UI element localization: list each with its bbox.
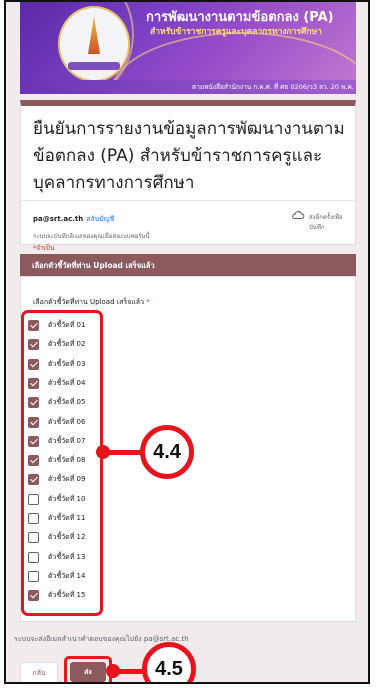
required-asterisk: *: [146, 298, 150, 306]
account-email-text: pa@srt.ac.th: [33, 215, 84, 223]
logo-tower-icon: [88, 16, 100, 54]
annotation-highlight-checkboxes: [21, 310, 103, 616]
saved-status: ส่งอีกครั้งเพื่อบันทึก: [309, 214, 343, 231]
question-label-text: เลือกตัวชี้วัดที่ท่าน Upload เสร็จแล้ว: [33, 298, 145, 306]
banner-reference: ตามหนังสือสำนักงาน ก.ค.ศ. ที่ ศธ 0206/ว3…: [192, 83, 356, 91]
divider: [21, 200, 355, 201]
section-title: เลือกตัวชี้วัดที่ท่าน Upload เสร็จแล้ว: [32, 261, 155, 270]
section-header: เลือกตัวชี้วัดที่ท่าน Upload เสร็จแล้ว: [20, 254, 356, 276]
screenshot-frame: การพัฒนางานตามข้อตกลง (PA) สำหรับข้าราชก…: [4, 0, 370, 684]
annotation-connector: [112, 669, 144, 674]
annotation-marker-4-5: 4.5: [142, 642, 196, 682]
banner-logo: [58, 6, 130, 82]
account-email: pa@srt.ac.th สลับบัญชี: [33, 214, 114, 225]
header-banner: การพัฒนางานตามข้อตกลง (PA) สำหรับข้าราชก…: [20, 2, 356, 94]
switch-account-link[interactable]: สลับบัญชี: [86, 215, 114, 223]
annotation-marker-4-4: 4.4: [140, 425, 194, 479]
form-title: ยืนยันการรายงานข้อมูลการพัฒนางานตามข้อตก…: [33, 119, 345, 193]
email-record-note: ระบบจะบันทึกอีเมลของคุณเมื่อส่งแบบฟอร์มน…: [33, 233, 150, 240]
cloud-icon: [292, 211, 305, 220]
submit-button[interactable]: ส่ง: [70, 662, 106, 682]
annotation-connector: [102, 450, 142, 455]
required-note: *จำเป็น: [33, 244, 55, 252]
question-label: เลือกตัวชี้วัดที่ท่าน Upload เสร็จแล้ว *: [33, 297, 150, 308]
logo-ribbon: [68, 62, 120, 70]
form-title-card: ยืนยันการรายงานข้อมูลการพัฒนางานตามข้อตก…: [20, 100, 356, 252]
banner-subtitle: สำหรับข้าราชการครูและบุคลากรทางการศึกษา: [150, 27, 322, 37]
back-button[interactable]: กลับ: [20, 662, 58, 682]
